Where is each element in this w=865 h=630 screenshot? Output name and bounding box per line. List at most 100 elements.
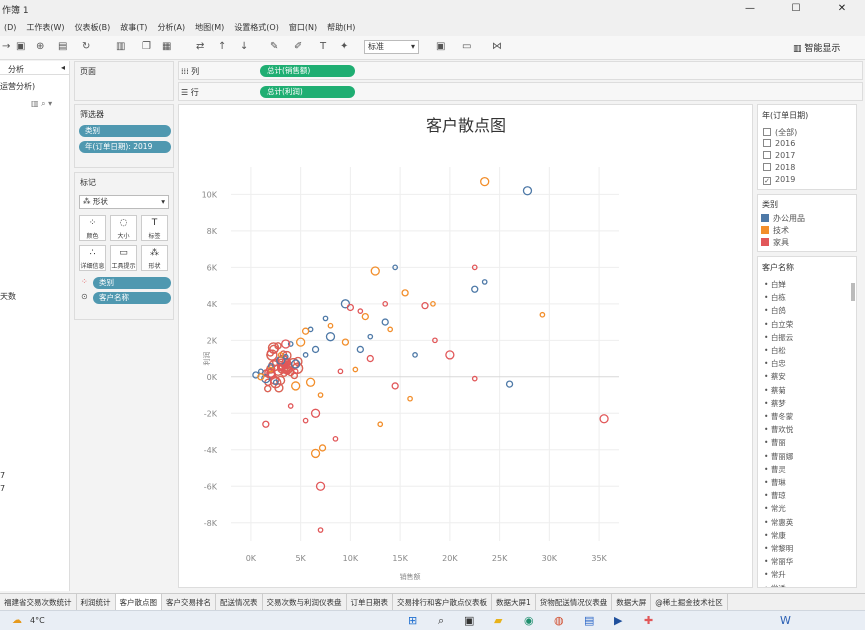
sheet-tab[interactable]: 数据大屏1 [492,594,536,610]
store-icon[interactable]: ▤ [584,614,594,627]
customer-item[interactable]: • 白松 [764,345,786,356]
label-card[interactable]: T 标签 [141,215,168,241]
search-icon[interactable]: ⌕ [438,614,444,628]
data-point[interactable] [302,417,309,424]
filter-pill-category[interactable]: 类别 [79,125,171,137]
customer-item[interactable]: • 曹冬蒙 [764,411,793,422]
menu-analysis[interactable]: 分析(A) [157,22,185,33]
data-point[interactable] [357,308,364,314]
data-point[interactable] [522,186,533,196]
customer-item[interactable]: • 曹欢悦 [764,424,793,435]
legend-item[interactable]: 家具 [761,237,789,248]
color-card[interactable]: ⁘ 颜色 [79,215,106,241]
data-point[interactable] [505,380,514,388]
customer-item[interactable]: • 曹琳 [764,477,786,488]
data-point[interactable] [377,421,384,428]
legend-item[interactable]: 技术 [761,225,789,236]
show-me-button[interactable]: ▥ 智能显示 [793,41,840,54]
data-point[interactable] [262,420,270,428]
checkbox-icon[interactable] [763,139,771,147]
data-point[interactable] [317,392,324,398]
data-point[interactable] [291,381,301,391]
customer-item[interactable]: • 曹丽娜 [764,451,793,462]
shape-card[interactable]: ⁂ 形状 [141,245,168,271]
year-option[interactable]: 2016 [763,139,795,148]
presentation-icon[interactable]: ▭ [462,41,471,52]
taskview-icon[interactable]: ▣ [464,614,474,627]
data-point[interactable] [257,368,264,375]
data-point[interactable] [325,332,336,342]
customer-item[interactable]: • 白振云 [764,332,793,343]
customer-item[interactable]: • 常透 [764,583,786,587]
data-point[interactable] [381,318,389,326]
cluster-point[interactable] [264,385,272,393]
view-icon[interactable]: ▥ ⌕ ▾ [31,99,52,109]
more-icon[interactable]: ◂ [61,63,65,72]
menu-map[interactable]: 地图(M) [195,22,224,33]
customer-item[interactable]: • 曹丽 [764,437,786,448]
data-point[interactable] [301,327,310,335]
minimize-button[interactable]: — [727,0,773,18]
start-icon[interactable]: ⊞ [408,614,417,627]
customer-item[interactable]: • 白忠 [764,358,786,369]
data-point[interactable] [305,377,316,387]
sheet-tab[interactable]: 客户交易排名 [162,594,216,610]
customer-item[interactable]: • 常康 [764,530,786,541]
sheet-tab[interactable]: 交易排行和客户散点仪表板 [393,594,492,610]
scatter-chart[interactable]: 0K 5K 10K 15K 20K 25K 30K 35K 10K 8K 6K 4K 2K 0K -2K -4… [179,105,754,589]
data-point[interactable] [387,326,394,333]
new-sheet-icon[interactable]: ▥ [116,41,125,52]
data-point[interactable] [471,285,479,293]
menu-format[interactable]: 设置格式(O) [234,22,279,33]
data-point[interactable] [367,333,374,340]
sheet-tab[interactable]: 交易次数与利润仪表盘 [263,594,347,610]
data-point[interactable] [287,403,294,409]
customer-item[interactable]: • 常丽华 [764,556,793,567]
filter-pill-year[interactable]: 年(订单日期): 2019 [79,141,171,153]
detail-card[interactable]: ∴ 详细信息 [79,245,106,271]
measure-item[interactable]: 天数 [0,291,16,302]
marks-pill-customer[interactable]: 客户名称 [93,292,171,304]
fit-select[interactable]: 标准 ▾ [364,40,419,54]
tab-analysis[interactable]: 分析 [8,64,24,75]
customer-item[interactable]: • 蔡安 [764,371,786,382]
pause-icon[interactable]: ▤ [58,41,67,52]
columns-pill[interactable]: 总计(销售额) [260,65,355,77]
sheet-tab[interactable]: 福建省交易次数统计 [0,594,77,610]
customer-item[interactable]: • 常光 [764,503,786,514]
data-point[interactable] [327,322,334,329]
checkbox-icon[interactable] [763,128,771,136]
customer-item[interactable]: • 白立荣 [764,319,793,330]
sheet-tab[interactable]: 利润统计 [77,594,116,610]
checkbox-checked-icon[interactable]: ✓ [763,177,771,185]
customer-item[interactable]: • 白鸽 [764,305,786,316]
explorer-icon[interactable]: ▰ [494,614,502,627]
swap-icon[interactable]: ⇄ [196,41,204,52]
customer-scrollbar[interactable] [851,283,855,301]
sheet-tab[interactable]: 客户散点图 [115,594,162,610]
menu-help[interactable]: 帮助(H) [327,22,355,33]
clear-icon[interactable]: ▦ [162,41,171,52]
duplicate-icon[interactable]: ❐ [142,41,151,52]
data-point[interactable] [366,354,374,363]
menu-story[interactable]: 故事(T) [120,22,147,33]
pin-icon[interactable]: ✦ [340,41,348,52]
customer-item[interactable]: • 白婵 [764,279,786,290]
highlight-icon[interactable]: ✎ [270,41,278,52]
data-point[interactable] [401,289,409,297]
label-icon[interactable]: T [320,41,326,52]
edge-icon[interactable]: ◉ [524,614,534,627]
show-cards-icon[interactable]: ▣ [436,41,445,52]
year-option[interactable]: 2018 [763,163,795,172]
menu-dashboard[interactable]: 仪表板(B) [75,22,111,33]
customer-item[interactable]: • 常升 [764,569,786,580]
app-icon[interactable]: ▶ [614,614,622,627]
refresh-icon[interactable]: ↻ [82,41,90,52]
customer-item[interactable]: • 常黎明 [764,543,793,554]
checkbox-icon[interactable] [763,151,771,159]
data-point[interactable] [407,395,413,402]
sheet-tab[interactable]: 配送情况表 [216,594,263,610]
sheet-tab[interactable]: 货物配送情况仪表盘 [536,594,613,610]
customer-item[interactable]: • 白栋 [764,292,786,303]
customer-item[interactable]: • 蔡梦 [764,398,786,409]
